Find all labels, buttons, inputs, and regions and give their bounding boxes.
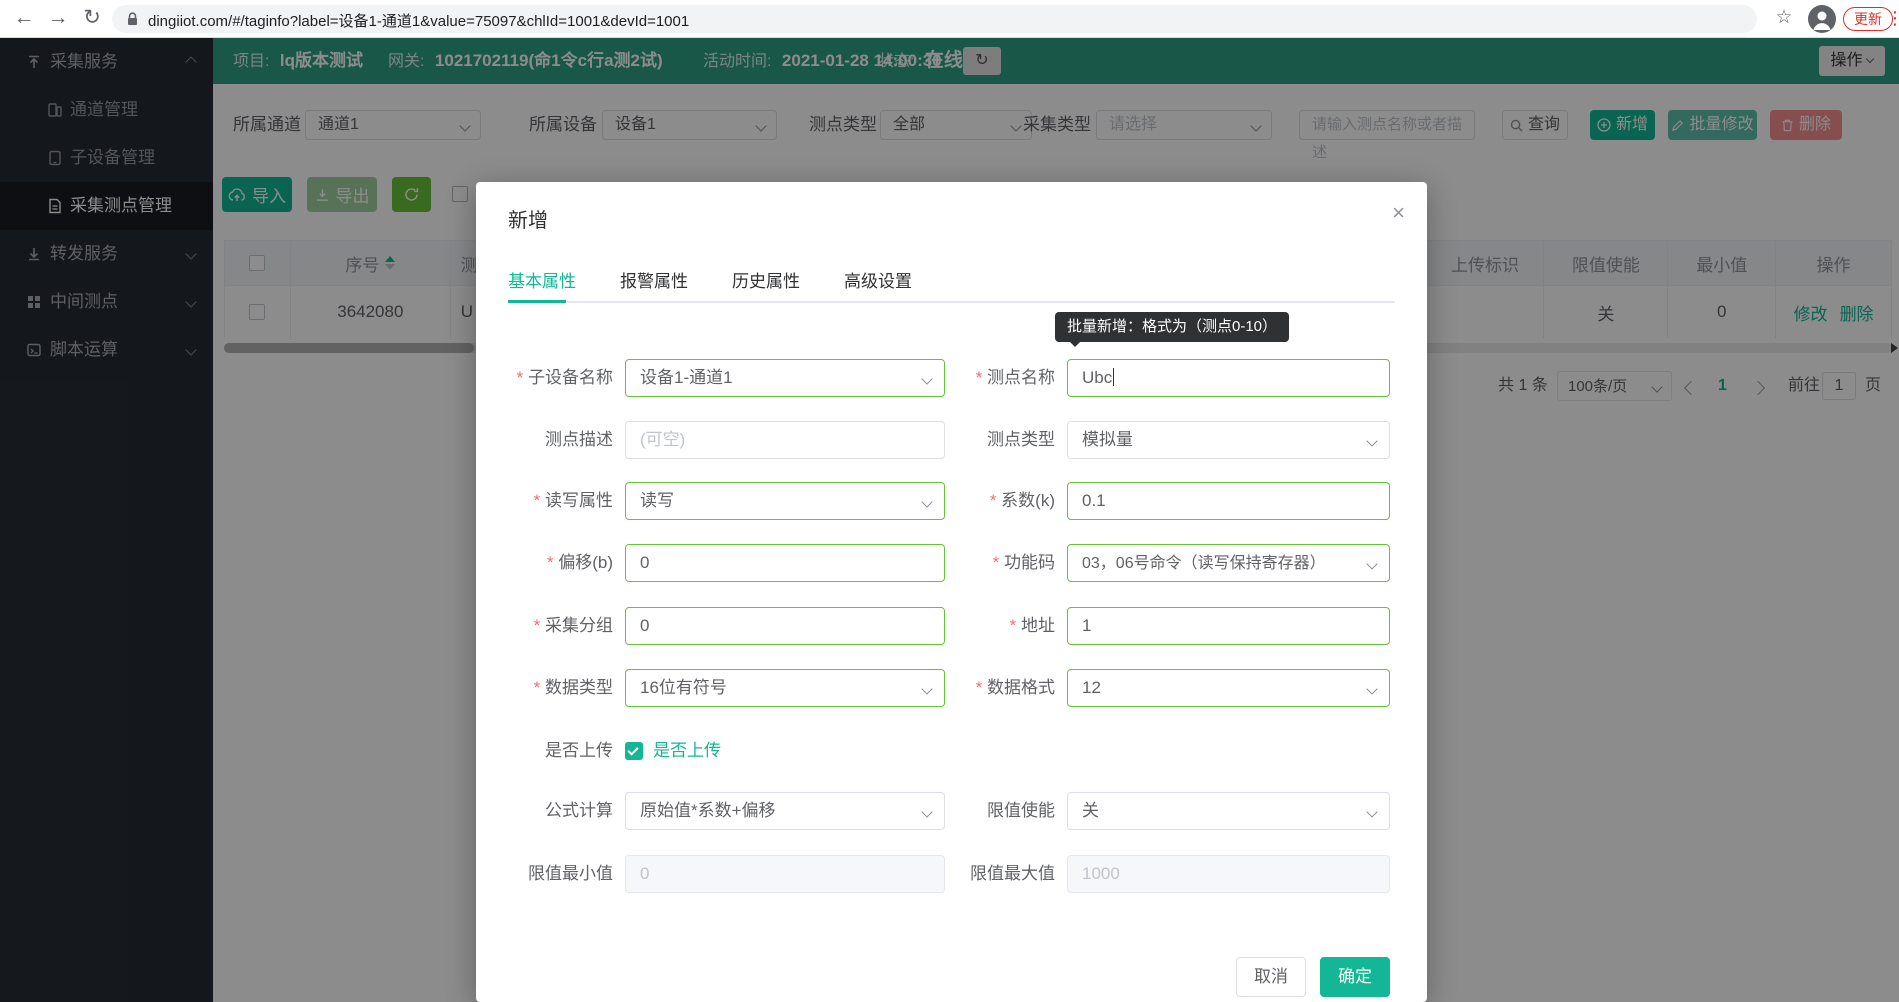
screen: { "browser": { "url": "dingiiot.com/#/ta… xyxy=(0,0,1899,1002)
data-format-select[interactable]: 12 xyxy=(1067,669,1390,707)
modal-title: 新增 xyxy=(508,204,548,233)
point-desc-label: 测点描述 xyxy=(476,421,613,459)
point-type-label: 测点类型 xyxy=(896,421,1055,459)
chevron-down-icon xyxy=(1366,806,1377,817)
rw-attr-label: 读写属性 xyxy=(476,482,613,520)
tab-basic-props[interactable]: 基本属性 xyxy=(508,266,576,302)
add-point-modal: 新增 × 基本属性 报警属性 历史属性 高级设置 批量新增：格式为（测点0-10… xyxy=(476,182,1427,1002)
limit-max-label: 限值最大值 xyxy=(896,855,1055,893)
point-name-label: 测点名称 xyxy=(896,359,1055,397)
url-text[interactable]: dingiiot.com/#/taginfo?label=设备1-通道1&val… xyxy=(148,10,689,31)
limit-max-input: 1000 xyxy=(1067,855,1390,893)
limit-min-label: 限值最小值 xyxy=(476,855,613,893)
avatar[interactable] xyxy=(1808,5,1836,33)
data-type-label: 数据类型 xyxy=(476,669,613,707)
confirm-button[interactable]: 确定 xyxy=(1320,957,1390,997)
formula-label: 公式计算 xyxy=(476,792,613,830)
browser-chrome: ← → ↻ dingiiot.com/#/taginfo?label=设备1-通… xyxy=(0,0,1899,38)
chevron-down-icon xyxy=(1366,435,1377,446)
limit-enable-select[interactable]: 关 xyxy=(1067,792,1390,830)
tooltip-arrow xyxy=(1069,341,1081,347)
upload-row: 是否上传 是否上传 xyxy=(476,732,1427,770)
func-code-select[interactable]: 03，06号命令（读写保持寄存器） xyxy=(1067,544,1390,582)
modal-tabs: 基本属性 报警属性 历史属性 高级设置 xyxy=(508,266,912,302)
bookmark-star-icon[interactable]: ☆ xyxy=(1770,4,1798,32)
tab-alarm-props[interactable]: 报警属性 xyxy=(620,266,688,302)
address-label: 地址 xyxy=(896,607,1055,645)
collect-group-label: 采集分组 xyxy=(476,607,613,645)
upload-checkbox[interactable] xyxy=(625,742,643,760)
back-icon[interactable]: ← xyxy=(10,4,38,32)
upload-checkbox-label[interactable]: 是否上传 xyxy=(653,732,721,770)
coefficient-input[interactable]: 0.1 xyxy=(1067,482,1390,520)
tabs-underline xyxy=(508,301,1395,303)
limit-enable-label: 限值使能 xyxy=(896,792,1055,830)
active-tab-underline xyxy=(508,300,566,303)
tab-advanced-settings[interactable]: 高级设置 xyxy=(844,266,912,302)
chevron-down-icon xyxy=(1366,558,1377,569)
close-icon[interactable]: × xyxy=(1392,200,1405,226)
check-icon xyxy=(627,744,638,755)
offset-label: 偏移(b) xyxy=(476,544,613,582)
address-bar[interactable]: dingiiot.com/#/taginfo?label=设备1-通道1&val… xyxy=(112,5,1757,33)
cancel-button[interactable]: 取消 xyxy=(1236,957,1306,997)
data-format-label: 数据格式 xyxy=(896,669,1055,707)
point-type-select[interactable]: 模拟量 xyxy=(1067,421,1390,459)
func-code-label: 功能码 xyxy=(896,544,1055,582)
reload-icon[interactable]: ↻ xyxy=(78,4,106,32)
address-input[interactable]: 1 xyxy=(1067,607,1390,645)
tab-history-props[interactable]: 历史属性 xyxy=(732,266,800,302)
lock-icon[interactable] xyxy=(126,12,139,27)
coefficient-label: 系数(k) xyxy=(896,482,1055,520)
forward-icon[interactable]: → xyxy=(44,4,72,32)
batch-add-tooltip: 批量新增：格式为（测点0-10） xyxy=(1055,312,1289,342)
sub-device-label: 子设备名称 xyxy=(476,359,613,397)
point-name-input[interactable]: Ubc xyxy=(1067,359,1390,397)
text-cursor xyxy=(1113,368,1114,386)
chevron-down-icon xyxy=(1366,683,1377,694)
chrome-menu-icon[interactable]: ⋮ xyxy=(1886,8,1899,29)
upload-label: 是否上传 xyxy=(476,732,613,770)
